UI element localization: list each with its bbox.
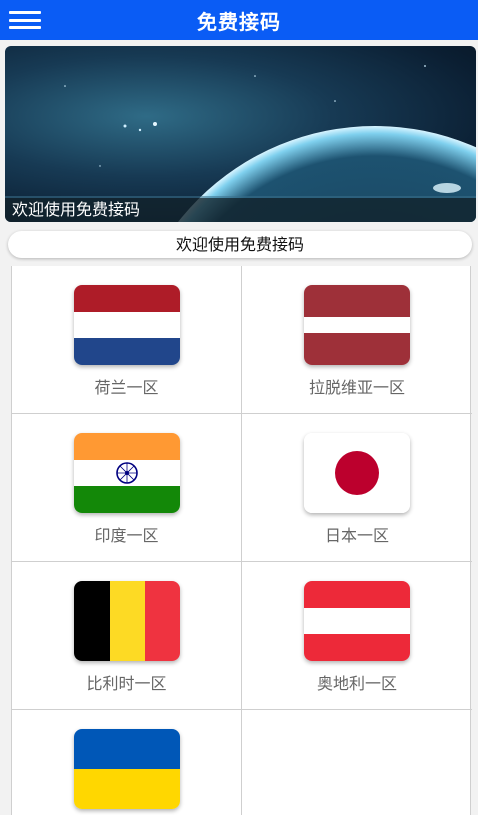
welcome-button[interactable]: 欢迎使用免费接码 [8,231,472,258]
app-header: 免费接码 [0,0,478,40]
belgium-flag-icon [74,581,180,661]
latvia-flag-icon [304,285,410,365]
region-item-india[interactable]: 印度一区 [12,414,242,562]
ukraine-flag-icon [74,729,180,809]
india-flag-icon [74,433,180,513]
region-label: 印度一区 [94,526,159,545]
region-item-empty [242,710,472,815]
banner-image[interactable]: 欢迎使用免费接码 [5,46,476,222]
region-item-latvia[interactable]: 拉脱维亚一区 [242,266,472,414]
region-item-japan[interactable]: 日本一区 [242,414,472,562]
region-grid: 荷兰一区 拉脱维亚一区 印度一区 日本一区 比利时一区 奥地利一区 [11,266,472,815]
space-planet-image [5,65,476,222]
region-label: 比利时一区 [86,674,167,693]
japan-flag-icon [304,433,410,513]
region-label: 奥地利一区 [316,674,397,693]
hamburger-menu-icon[interactable] [9,11,41,29]
region-item-belgium[interactable]: 比利时一区 [12,562,242,710]
banner-caption: 欢迎使用免费接码 [5,198,476,222]
region-item-ukraine[interactable] [12,710,242,815]
netherlands-flag-icon [74,285,180,365]
region-label: 日本一区 [324,526,389,545]
austria-flag-icon [304,581,410,661]
region-item-netherlands[interactable]: 荷兰一区 [12,266,242,414]
page-title: 免费接码 [197,9,281,34]
region-label: 荷兰一区 [94,378,159,397]
region-item-austria[interactable]: 奥地利一区 [242,562,472,710]
region-label: 拉脱维亚一区 [308,378,405,397]
